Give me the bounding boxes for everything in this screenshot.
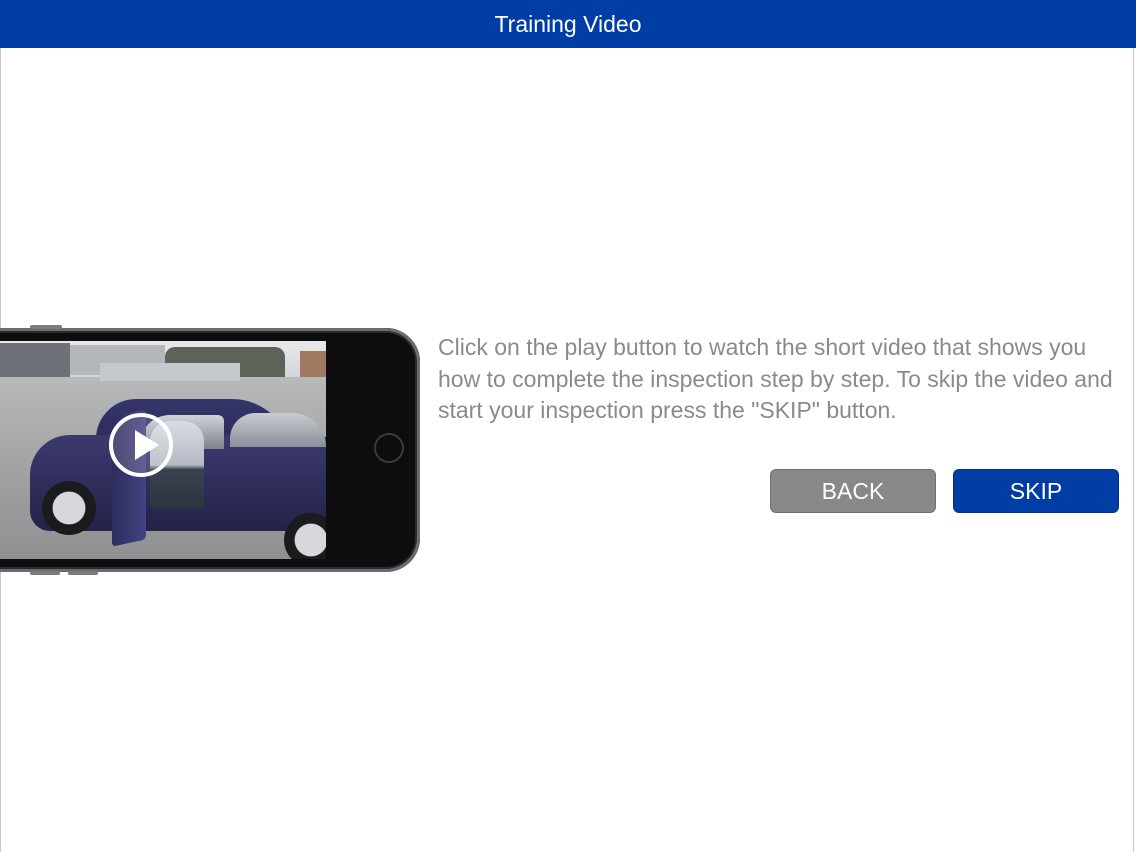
back-button[interactable]: BACK bbox=[770, 469, 936, 513]
phone-illustration bbox=[0, 325, 420, 575]
play-button[interactable] bbox=[109, 413, 173, 477]
phone-home-button bbox=[374, 433, 404, 463]
page-title: Training Video bbox=[494, 10, 642, 37]
instructions-text: Click on the play button to watch the sh… bbox=[438, 334, 1113, 423]
play-icon bbox=[135, 430, 159, 460]
phone-side-button bbox=[30, 571, 60, 575]
video-wall bbox=[100, 363, 240, 381]
phone-side-button bbox=[68, 571, 98, 575]
skip-button[interactable]: SKIP bbox=[953, 469, 1119, 513]
car-wheel bbox=[42, 481, 96, 535]
video-building bbox=[0, 343, 70, 377]
phone-volume-button bbox=[30, 325, 62, 329]
video-thumbnail[interactable] bbox=[0, 341, 326, 559]
video-building bbox=[300, 351, 326, 377]
header-bar: Training Video bbox=[0, 0, 1136, 48]
